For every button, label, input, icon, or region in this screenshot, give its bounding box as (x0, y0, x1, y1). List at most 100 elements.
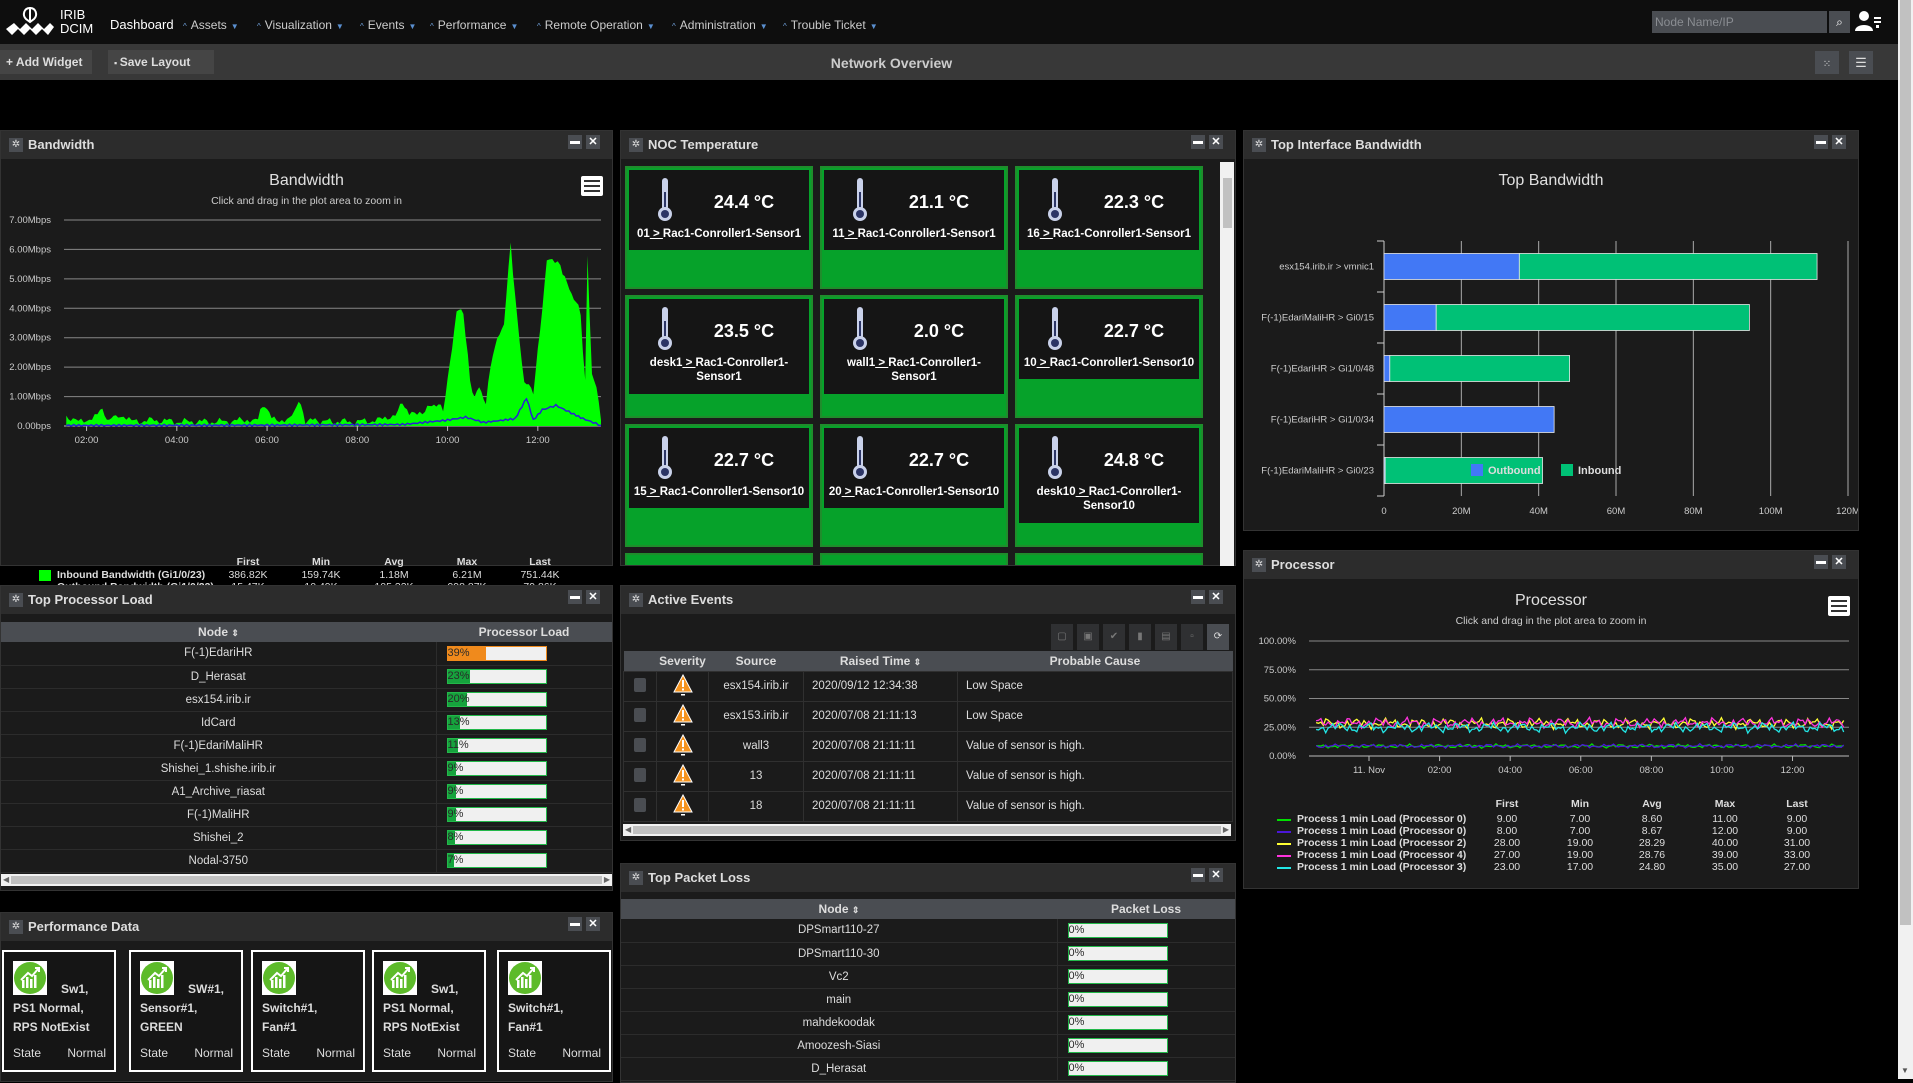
table-row[interactable]: Vc2 0% (621, 965, 1235, 989)
sensor-link[interactable]: Rac1-Conroller1-Sensor10 (1083, 486, 1181, 512)
legend-label[interactable]: Process 1 min Load (Processor 3) (1297, 861, 1466, 873)
row-checkbox[interactable] (634, 707, 646, 722)
legend-label[interactable]: Inbound Bandwidth (Gi1/0/23) (57, 569, 205, 581)
table-row[interactable]: Shishei_2 8% (1, 826, 612, 850)
gear-icon[interactable]: ✲ (9, 593, 23, 607)
panel-header[interactable]: ✲ Processor ▬ ✕ (1244, 551, 1858, 579)
column-header-node[interactable]: Node ⇕ (1, 622, 436, 642)
event-row[interactable]: wall3 2020/07/08 21:11:11 Value of sensor … (623, 730, 1233, 762)
table-row[interactable]: Amoozesh-Siasi 0% (621, 1034, 1235, 1058)
node-cell[interactable]: main (621, 988, 1058, 1012)
legend-label[interactable]: Process 1 min Load (Processor 4) (1297, 849, 1466, 861)
temperature-tile[interactable]: 22.7 °C 20 > Rac1-Conroller1-Sensor10 (820, 424, 1008, 547)
sensor-name[interactable]: 11 > Rac1-Conroller1-Sensor1 (826, 227, 1002, 241)
scroll-down-arrow-icon[interactable]: ▼ (1901, 1066, 1909, 1075)
minimize-button[interactable]: ▬ (1814, 555, 1828, 569)
panel-header[interactable]: ✲ NOC Temperature ▬ ✕ (621, 131, 1235, 159)
column-header-source[interactable]: Source (708, 651, 804, 671)
sensor-name[interactable]: 20 > Rac1-Conroller1-Sensor10 (826, 485, 1002, 499)
performance-card[interactable]: Switch#1, Fan#1 State Normal (251, 950, 365, 1072)
column-header-raised-time[interactable]: Raised Time ⇕ (803, 651, 958, 671)
sensor-link[interactable]: Rac1-Conroller1-Sensor1 (1053, 228, 1191, 240)
temperature-tile[interactable]: 2.0 °C wall1 > Rac1-Conroller1-Sensor1 (820, 295, 1008, 418)
temperature-tile[interactable]: 22.7 °C 10 > Rac1-Conroller1-Sensor10 (1015, 295, 1203, 418)
top-bandwidth-chart[interactable]: 0 20M 40M 60M 80M 100M 120M esx154.irib.ir > vm… (1244, 196, 1858, 531)
source-cell[interactable]: esx154.irib.ir (708, 670, 804, 702)
performance-card[interactable]: Sw1, PS1 Normal, RPS NotExist State Normal (2, 950, 116, 1072)
node-link[interactable]: 11 (832, 228, 844, 240)
sensor-name[interactable]: 10 > Rac1-Conroller1-Sensor10 (1021, 356, 1197, 370)
nav-remote-operation[interactable]: ^ Remote Operation ▼ (537, 18, 655, 32)
event-details-button[interactable]: ▣ (1077, 624, 1099, 650)
node-cell[interactable]: Nodal-3750 (1, 849, 437, 873)
nav-dashboard[interactable]: Dashboard (110, 17, 174, 32)
search-button[interactable]: ⌕ (1829, 11, 1850, 33)
performance-card[interactable]: Switch#1, Fan#1 State Normal (497, 950, 611, 1072)
performance-card[interactable]: SW#1, Sensor#1, GREEN State Normal (129, 950, 243, 1072)
nav-assets[interactable]: ^ Assets ▼ (183, 18, 239, 32)
column-header-probable-cause[interactable]: Probable Cause (957, 651, 1233, 671)
panel-header[interactable]: ✲ Bandwidth ▬ ✕ (1, 131, 612, 159)
legend-line[interactable] (1277, 855, 1291, 857)
minimize-button[interactable]: ▬ (1191, 135, 1205, 149)
node-link[interactable]: desk1 (650, 357, 683, 369)
horizontal-scrollbar[interactable]: ◀ ▶ (1, 874, 612, 886)
comment-button[interactable]: ▤ (1155, 624, 1177, 650)
user-menu-icon[interactable] (1855, 9, 1881, 33)
table-row[interactable]: D_Herasat 0% (621, 1057, 1235, 1081)
processor-chart[interactable]: 0.00% 25.00% 50.00% 75.00% 100.00% 11. Nov 02:… (1244, 636, 1858, 786)
minimize-button[interactable]: ▬ (568, 917, 582, 931)
node-cell[interactable]: Vc2 (621, 965, 1058, 989)
sensor-name[interactable]: 01 > Rac1-Conroller1-Sensor1 (631, 227, 807, 241)
sensor-name[interactable]: desk10 > Rac1-Conroller1-Sensor10 (1021, 485, 1197, 513)
node-cell[interactable]: DPSmart110-27 (621, 919, 1058, 943)
gear-icon[interactable]: ✲ (629, 593, 643, 607)
gear-icon[interactable]: ✲ (1252, 138, 1266, 152)
nav-events[interactable]: ^ Events ▼ (360, 18, 416, 32)
scroll-right-icon[interactable]: ▶ (604, 874, 610, 886)
close-button[interactable]: ✕ (586, 135, 600, 149)
gear-icon[interactable]: ✲ (9, 138, 23, 152)
gear-icon[interactable]: ✲ (629, 138, 643, 152)
sensor-link[interactable]: Rac1-Conroller1-Sensor10 (1050, 357, 1194, 369)
minimize-button[interactable]: ▬ (1191, 868, 1205, 882)
sensor-link[interactable]: Rac1-Conroller1-Sensor1 (858, 228, 996, 240)
row-checkbox[interactable] (634, 797, 646, 812)
sensor-link[interactable]: Rac1-Conroller1-Sensor1 (663, 228, 801, 240)
column-header-node[interactable]: Node ⇕ (621, 899, 1057, 919)
chart-menu-button[interactable] (581, 176, 603, 196)
table-row[interactable]: main 0% (621, 988, 1235, 1012)
temperature-tile[interactable]: 24.4 °C 01 > Rac1-Conroller1-Sensor1 (625, 166, 813, 289)
node-link[interactable]: 20 (829, 486, 842, 498)
sensor-link[interactable]: Rac1-Conroller1-Sensor1 (888, 357, 981, 383)
legend-swatch[interactable] (39, 570, 51, 581)
temperature-tile[interactable]: 21.1 °C 11 > Rac1-Conroller1-Sensor1 (820, 166, 1008, 289)
table-row[interactable]: IdCard 13% (1, 711, 612, 735)
legend-line[interactable] (1277, 819, 1291, 821)
node-cell[interactable]: IdCard (1, 711, 437, 735)
close-button[interactable]: ✕ (1832, 135, 1846, 149)
panel-header[interactable]: ✲ Top Interface Bandwidth ▬ ✕ (1244, 131, 1858, 159)
event-row[interactable]: 13 2020/07/08 21:11:11 Value of sensor is … (623, 760, 1233, 792)
source-cell[interactable]: wall3 (708, 730, 804, 762)
refresh-button[interactable]: ⟳ (1207, 624, 1229, 650)
source-cell[interactable]: esx153.irib.ir (708, 700, 804, 732)
row-checkbox[interactable] (634, 767, 646, 782)
acknowledge-button[interactable]: ✔ (1103, 624, 1125, 650)
table-row[interactable]: F(-1)EdariHR 39% (1, 642, 612, 666)
table-row[interactable]: Shishei_1.shishe.irib.ir 9% (1, 757, 612, 781)
clear-event-button[interactable]: ▢ (1051, 624, 1073, 650)
nav-visualization[interactable]: ^ Visualization ▼ (257, 18, 344, 32)
ticket-button[interactable]: ▫ (1181, 624, 1203, 650)
legend-line[interactable] (1277, 831, 1291, 833)
temperature-tile[interactable]: 23.5 °C desk1 > Rac1-Conroller1-Sensor1 (625, 295, 813, 418)
temperature-tile[interactable]: 22.3 °C 16 > Rac1-Conroller1-Sensor1 (1015, 166, 1203, 289)
legend-label[interactable]: Process 1 min Load (Processor 0) (1297, 825, 1466, 837)
row-checkbox[interactable] (634, 677, 646, 692)
event-row[interactable]: esx153.irib.ir 2020/07/08 21:11:13 Low Spa… (623, 700, 1233, 732)
performance-card[interactable]: Sw1, PS1 Normal, RPS NotExist State Normal (372, 950, 486, 1072)
close-button[interactable]: ✕ (586, 590, 600, 604)
row-checkbox[interactable] (634, 737, 646, 752)
minimize-button[interactable]: ▬ (1814, 135, 1828, 149)
node-link[interactable]: desk10 (1037, 486, 1076, 498)
